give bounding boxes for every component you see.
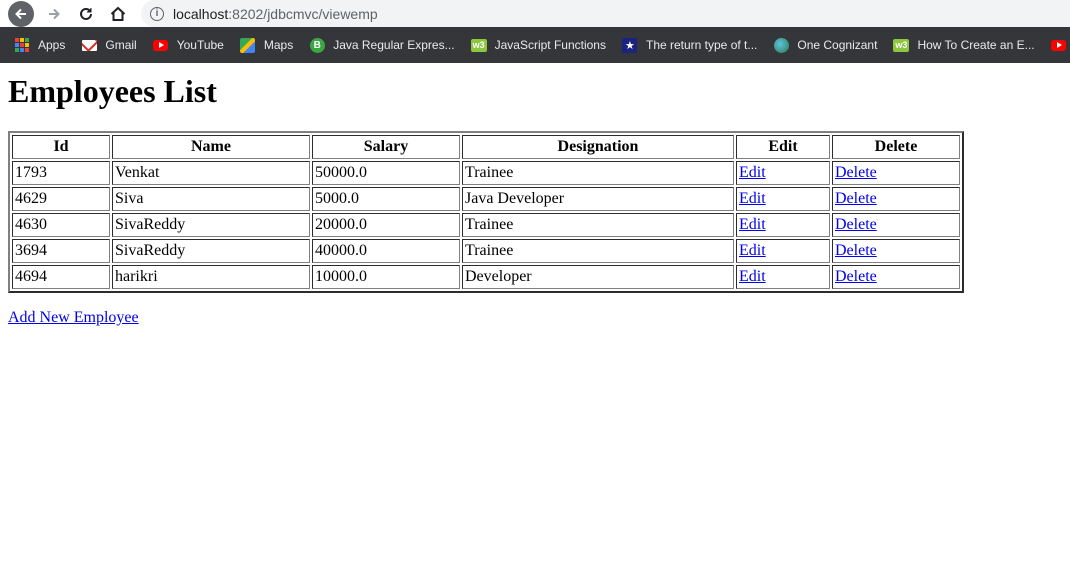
cell-id: 1793 [12, 161, 110, 185]
header-edit: Edit [736, 135, 830, 159]
info-icon[interactable]: i [150, 6, 164, 21]
reload-button[interactable] [73, 1, 99, 27]
cell-designation: Trainee [462, 213, 734, 237]
w3schools-icon: w3 [470, 38, 487, 52]
browser-toolbar: i localhost:8202/jdbcmvc/viewemp [0, 0, 1070, 27]
forward-button[interactable] [41, 1, 67, 27]
cell-edit: Edit [736, 187, 830, 211]
apps-icon [14, 37, 30, 53]
bookmarks-bar: Apps Gmail YouTube Maps B Java Regular E… [0, 27, 1070, 63]
cell-id: 4629 [12, 187, 110, 211]
cell-designation: Developer [462, 265, 734, 289]
cell-salary: 10000.0 [312, 265, 460, 289]
reload-icon [80, 7, 92, 20]
employees-table: Id Name Salary Designation Edit Delete 1… [8, 131, 964, 293]
cell-delete: Delete [832, 161, 960, 185]
bookmark-label: YouTube [176, 38, 224, 52]
bookmark-label: Maps [263, 38, 294, 52]
cell-salary: 5000.0 [312, 187, 460, 211]
cell-id: 4630 [12, 213, 110, 237]
header-id: Id [12, 135, 110, 159]
cell-delete: Delete [832, 213, 960, 237]
bookmark-label: Gmail [105, 38, 137, 52]
cell-salary: 20000.0 [312, 213, 460, 237]
maps-icon [240, 37, 256, 53]
add-new-employee-link[interactable]: Add New Employee [8, 309, 139, 327]
bookmark-label: Apps [38, 38, 66, 52]
delete-link[interactable]: Delete [835, 242, 877, 259]
table-row: 4694 harikri 10000.0 Developer Edit Dele… [12, 265, 960, 289]
bookmark-label: JavaScript Functions [494, 38, 606, 52]
cell-delete: Delete [832, 265, 960, 289]
cell-designation: Java Developer [462, 187, 734, 211]
url-path: :8202/jdbcmvc/viewemp [228, 5, 378, 22]
bookmark-youtube[interactable]: YouTube [153, 37, 224, 53]
cell-designation: Trainee [462, 239, 734, 263]
delete-link[interactable]: Delete [835, 164, 877, 181]
edit-link[interactable]: Edit [739, 242, 766, 259]
page-content: Employees List Id Name Salary Designatio… [0, 73, 1070, 327]
edit-link[interactable]: Edit [739, 268, 766, 285]
cell-edit: Edit [736, 213, 830, 237]
cell-id: 4694 [12, 265, 110, 289]
cell-designation: Trainee [462, 161, 734, 185]
delete-link[interactable]: Delete [835, 268, 877, 285]
table-row: 3694 SivaReddy 40000.0 Trainee Edit Dele… [12, 239, 960, 263]
cell-delete: Delete [832, 239, 960, 263]
bookmark-return-type[interactable]: ★ The return type of t... [622, 37, 757, 53]
table-row: 4630 SivaReddy 20000.0 Trainee Edit Dele… [12, 213, 960, 237]
cell-name: SivaReddy [112, 213, 310, 237]
cell-edit: Edit [736, 239, 830, 263]
arrow-left-icon [15, 8, 26, 20]
header-name: Name [112, 135, 310, 159]
youtube-icon [1051, 37, 1067, 53]
bookmark-label: How To Create an E... [917, 38, 1035, 52]
delete-link[interactable]: Delete [835, 190, 877, 207]
header-salary: Salary [312, 135, 460, 159]
bookmark-java-regex[interactable]: B Java Regular Expres... [309, 37, 455, 53]
youtube-icon [153, 37, 169, 53]
cell-name: SivaReddy [112, 239, 310, 263]
back-button[interactable] [8, 1, 34, 27]
table-header-row: Id Name Salary Designation Edit Delete [12, 135, 960, 159]
gmail-icon [81, 37, 97, 53]
bookmark-b-icon: B [309, 37, 325, 53]
bookmark-label: One Cognizant [797, 38, 878, 52]
home-button[interactable] [105, 1, 131, 27]
edit-link[interactable]: Edit [739, 190, 766, 207]
home-icon [110, 6, 126, 21]
cell-edit: Edit [736, 161, 830, 185]
edit-link[interactable]: Edit [739, 164, 766, 181]
bookmark-how-to-create[interactable]: w3 How To Create an E... [893, 37, 1035, 53]
cell-salary: 50000.0 [312, 161, 460, 185]
bookmark-youtube-2[interactable]: # [1051, 37, 1070, 53]
cell-name: Siva [112, 187, 310, 211]
cell-name: harikri [112, 265, 310, 289]
cell-delete: Delete [832, 187, 960, 211]
bookmark-gmail[interactable]: Gmail [81, 37, 137, 53]
cell-edit: Edit [736, 265, 830, 289]
header-delete: Delete [832, 135, 960, 159]
globe-icon [773, 37, 789, 53]
table-row: 4629 Siva 5000.0 Java Developer Edit Del… [12, 187, 960, 211]
star-icon: ★ [622, 37, 638, 53]
bookmark-label: Java Regular Expres... [333, 38, 455, 52]
arrow-right-icon [49, 8, 60, 20]
delete-link[interactable]: Delete [835, 216, 877, 233]
bookmark-label: The return type of t... [645, 38, 758, 52]
edit-link[interactable]: Edit [739, 216, 766, 233]
bookmark-js-functions[interactable]: w3 JavaScript Functions [470, 37, 606, 53]
url-host: localhost [173, 5, 229, 22]
page-title: Employees List [8, 73, 217, 109]
w3schools-icon: w3 [893, 38, 910, 52]
cell-name: Venkat [112, 161, 310, 185]
bookmark-apps[interactable]: Apps [14, 37, 65, 53]
address-bar[interactable]: i localhost:8202/jdbcmvc/viewemp [141, 0, 1070, 27]
bookmark-maps[interactable]: Maps [240, 37, 293, 53]
header-designation: Designation [462, 135, 734, 159]
bookmark-one-cognizant[interactable]: One Cognizant [773, 37, 877, 53]
cell-salary: 40000.0 [312, 239, 460, 263]
table-row: 1793 Venkat 50000.0 Trainee Edit Delete [12, 161, 960, 185]
cell-id: 3694 [12, 239, 110, 263]
